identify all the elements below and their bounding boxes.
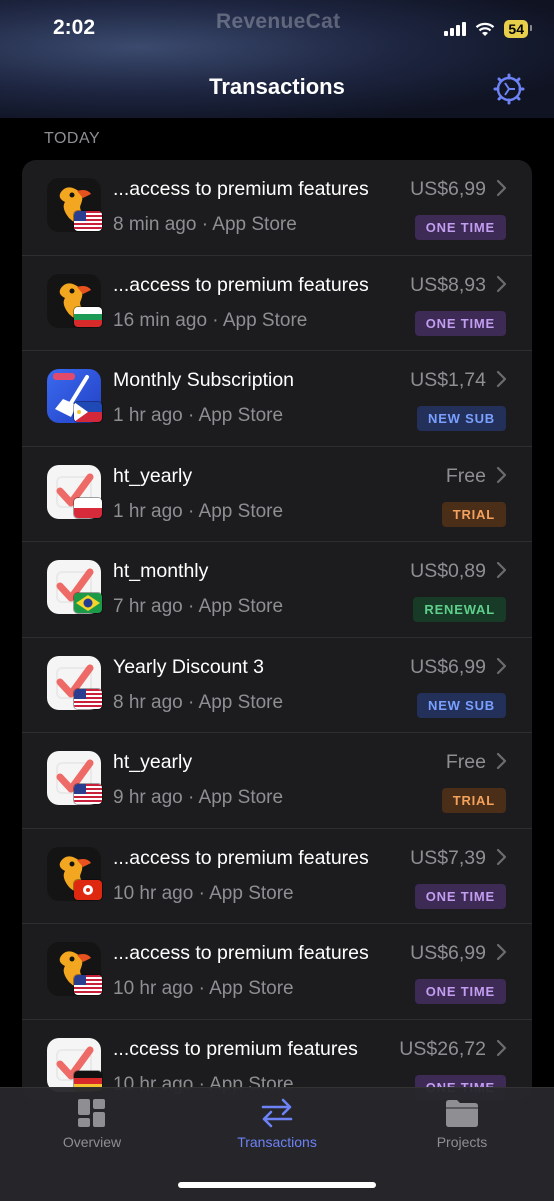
chevron-right-icon <box>496 1039 507 1056</box>
transactions-arrows-icon <box>261 1098 293 1128</box>
status-time: 2:02 <box>53 16 96 39</box>
nav-header: 2:02 RevenueCat 54 Transactions <box>0 0 554 118</box>
transaction-price: US$26,72 <box>399 1037 486 1060</box>
country-flag-icon <box>74 402 102 422</box>
chevron-right-icon <box>496 561 507 579</box>
product-name: Yearly Discount 3 <box>113 655 265 678</box>
battery-icon: 54 <box>504 20 532 38</box>
home-indicator <box>178 1182 376 1188</box>
product-name: ...access to premium features <box>113 942 369 964</box>
transaction-type-badge: NEW SUB <box>417 692 506 718</box>
transaction-price: US$7,39 <box>410 846 486 869</box>
transaction-meta: 8 hr ago · App Store <box>113 691 284 713</box>
transaction-type-badge: RENEWAL <box>413 597 506 622</box>
tab-overview[interactable]: Overview <box>22 1098 162 1150</box>
transaction-meta: 9 hr ago · App Store <box>113 787 284 808</box>
country-flag-icon <box>74 975 102 995</box>
product-name: ht_yearly <box>113 464 193 487</box>
tab-transactions[interactable]: Transactions <box>207 1098 347 1150</box>
settings-gear-icon[interactable] <box>493 73 525 105</box>
tab-projects[interactable]: Projects <box>392 1098 532 1150</box>
chevron-right-icon <box>496 466 507 483</box>
product-name: ...access to premium features <box>113 273 369 296</box>
projects-folder-icon <box>446 1100 478 1127</box>
chevron-right-icon <box>496 848 507 865</box>
overview-grid-icon <box>78 1099 105 1127</box>
transaction-row[interactable]: ht_monthly 7 hr ago · App Store US$0,89 REN… <box>22 542 532 638</box>
transaction-row[interactable]: ...access to premium features 10 hr ago ·… <box>22 829 532 924</box>
tab-transactions-label: Transactions <box>237 1134 317 1150</box>
product-name: ...access to premium features <box>113 178 369 200</box>
country-flag-icon <box>74 784 102 804</box>
transaction-price: Free <box>445 751 486 773</box>
country-flag-icon <box>74 497 102 518</box>
country-flag-icon <box>74 593 102 613</box>
tab-overview-label: Overview <box>62 1134 122 1150</box>
country-flag-icon <box>74 879 102 900</box>
transaction-meta: 8 min ago · App Store <box>113 214 297 235</box>
page-title: Transactions <box>209 74 345 99</box>
chevron-right-icon <box>496 943 507 961</box>
chevron-right-icon <box>496 370 507 388</box>
transaction-row[interactable]: ...access to premium features 10 hr ago ·… <box>22 924 532 1020</box>
tab-projects-label: Projects <box>436 1134 488 1150</box>
transaction-row[interactable]: ...access to premium features 16 min ago … <box>22 256 532 351</box>
chevron-right-icon <box>496 179 507 197</box>
transactions-list: ...access to premium features 8 min ago ·… <box>22 160 532 1100</box>
transaction-type-badge: ONE TIME <box>414 215 506 240</box>
product-name: ...ccess to premium features <box>113 1037 358 1060</box>
transaction-meta: 7 hr ago · App Store <box>113 596 284 617</box>
transaction-row[interactable]: ht_yearly 1 hr ago · App Store Free TRIAL <box>22 447 532 542</box>
transaction-price: US$6,99 <box>410 942 486 964</box>
brand-logo: RevenueCat <box>216 10 341 33</box>
transaction-price: US$6,99 <box>410 655 486 678</box>
transaction-price: Free <box>445 464 486 487</box>
transaction-type-badge: ONE TIME <box>414 979 506 1004</box>
transaction-price: US$6,99 <box>410 178 486 200</box>
product-name: ht_monthly <box>113 560 209 582</box>
status-icons: 54 <box>444 20 532 38</box>
transaction-meta: 16 min ago · App Store <box>113 309 308 331</box>
transaction-row[interactable]: Yearly Discount 3 8 hr ago · App Store US$… <box>22 638 532 733</box>
chevron-right-icon <box>496 657 507 674</box>
transaction-type-badge: TRIAL <box>441 501 506 527</box>
product-name: ...access to premium features <box>113 846 369 869</box>
country-flag-icon <box>74 211 102 231</box>
transaction-row[interactable]: ...access to premium features 8 min ago ·… <box>22 160 532 256</box>
transaction-price: US$0,89 <box>410 560 486 582</box>
transaction-meta: 10 hr ago · App Store <box>113 882 294 904</box>
product-name: ht_yearly <box>113 751 193 773</box>
transaction-row[interactable]: ht_yearly 9 hr ago · App Store Free TRIAL <box>22 733 532 829</box>
chevron-right-icon <box>496 752 507 770</box>
transaction-meta: 1 hr ago · App Store <box>113 405 284 426</box>
product-name: Monthly Subscription <box>113 369 295 391</box>
transaction-meta: 1 hr ago · App Store <box>113 500 284 522</box>
transaction-type-badge: NEW SUB <box>417 406 506 431</box>
transaction-meta: 10 hr ago · App Store <box>113 978 294 999</box>
transaction-price: US$1,74 <box>410 369 486 391</box>
section-label-today: TODAY <box>44 130 101 147</box>
wifi-icon <box>476 22 495 36</box>
transaction-row[interactable]: Monthly Subscription 1 hr ago · App Store… <box>22 351 532 447</box>
cellular-signal-icon <box>444 22 467 36</box>
transaction-type-badge: ONE TIME <box>414 883 506 909</box>
country-flag-icon <box>74 688 102 709</box>
transaction-type-badge: ONE TIME <box>414 310 506 336</box>
chevron-right-icon <box>496 275 507 292</box>
transaction-type-badge: TRIAL <box>441 788 506 813</box>
country-flag-icon <box>74 306 102 327</box>
transaction-price: US$8,93 <box>410 273 486 296</box>
